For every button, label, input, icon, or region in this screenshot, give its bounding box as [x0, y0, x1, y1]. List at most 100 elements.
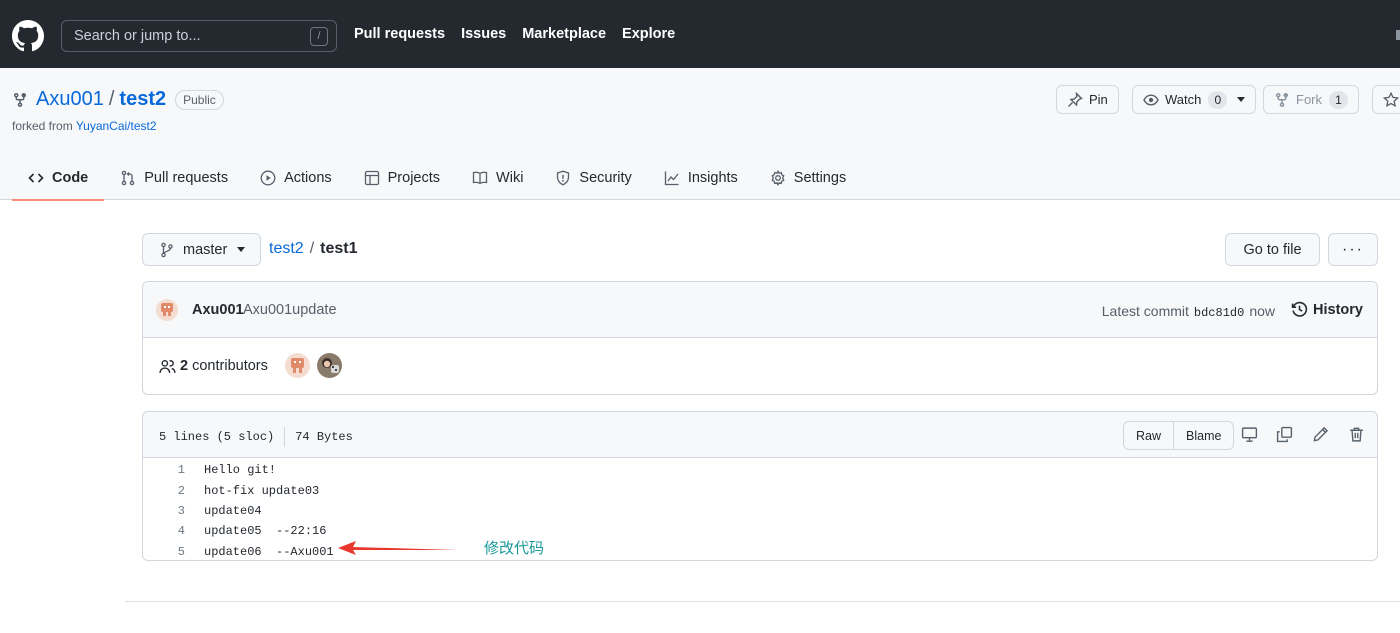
repo-header: Axu001 / test2 Public forked from YuyanC… — [0, 68, 1400, 201]
commit-author[interactable]: Axu001 — [192, 302, 244, 318]
file-lines-info: 5 lines (5 sloc) — [159, 430, 275, 444]
commit-meta: Latest commit bdc81d0 now — [1102, 303, 1275, 320]
watch-button[interactable]: Watch 0 — [1132, 85, 1257, 114]
avatar[interactable] — [285, 353, 310, 378]
annotation-arrow-icon — [336, 538, 460, 558]
footer-divider — [125, 601, 1400, 602]
pin-icon — [1067, 91, 1083, 108]
tab-security[interactable]: Security — [539, 156, 647, 200]
tab-pull-requests-label: Pull requests — [144, 170, 229, 186]
code-line: 3 update04 — [143, 501, 1377, 521]
more-options-button[interactable]: ··· — [1328, 233, 1378, 266]
line-number[interactable]: 1 — [143, 463, 185, 477]
tab-actions-label: Actions — [284, 170, 332, 186]
line-number[interactable]: 3 — [143, 504, 185, 518]
desktop-icon[interactable] — [1241, 426, 1258, 443]
breadcrumb-repo-link[interactable]: test2 — [269, 240, 304, 257]
tab-settings[interactable]: Settings — [754, 156, 862, 200]
history-label: History — [1313, 301, 1363, 318]
commit-sha[interactable]: bdc81d0 — [1194, 306, 1244, 320]
eye-icon — [1143, 92, 1159, 108]
global-header: Search or jump to... / Pull requests Iss… — [0, 0, 1400, 68]
chevron-down-icon — [237, 247, 246, 252]
star-button[interactable] — [1372, 85, 1400, 114]
line-number[interactable]: 2 — [143, 484, 185, 498]
contributors-row: 2 contributors — [143, 338, 1377, 394]
avatar[interactable] — [317, 353, 342, 378]
latest-commit-label: Latest commit — [1101, 303, 1189, 319]
code-line: 4 update05 --22:16 — [143, 521, 1377, 541]
contributors-label: contributors — [192, 358, 268, 374]
forked-source-link[interactable]: YuyanCai/test2 — [76, 119, 157, 133]
graph-icon — [664, 170, 680, 186]
tab-actions[interactable]: Actions — [244, 156, 348, 200]
commit-message[interactable]: Axu001update — [243, 302, 337, 318]
copy-icon[interactable] — [1276, 426, 1293, 443]
breadcrumb-separator: / — [309, 240, 315, 257]
repo-title: Axu001 / test2 Public — [12, 88, 224, 111]
tab-settings-label: Settings — [793, 170, 847, 186]
book-icon — [472, 170, 488, 186]
file-info-divider — [284, 427, 286, 447]
line-number[interactable]: 5 — [143, 545, 185, 559]
code-line: 1 Hello git! — [143, 460, 1377, 480]
line-number[interactable]: 4 — [143, 524, 185, 538]
file-info: 5 lines (5 sloc) 74 Bytes — [159, 427, 353, 447]
repo-owner-link[interactable]: Axu001 — [36, 88, 104, 111]
star-icon — [1383, 91, 1399, 108]
play-icon — [260, 170, 276, 186]
nav-issues[interactable]: Issues — [461, 26, 506, 42]
tab-projects-label: Projects — [387, 170, 441, 186]
go-to-file-button[interactable]: Go to file — [1225, 233, 1320, 266]
shield-icon — [555, 170, 571, 186]
line-content: update05 --22:16 — [204, 524, 327, 539]
repo-tabs: Code Pull requests Actions Projects Wiki — [12, 156, 862, 201]
watch-count: 0 — [1208, 90, 1228, 109]
contributors-count: 2 — [180, 358, 189, 374]
tab-projects[interactable]: Projects — [348, 156, 456, 200]
tab-pull-requests[interactable]: Pull requests — [104, 156, 244, 200]
tab-security-label: Security — [579, 170, 632, 186]
visibility-badge: Public — [175, 89, 224, 110]
git-branch-icon — [159, 242, 175, 258]
tab-insights[interactable]: Insights — [648, 156, 754, 200]
git-pull-request-icon — [120, 170, 136, 186]
tab-insights-label: Insights — [687, 170, 738, 186]
pencil-icon[interactable] — [1312, 426, 1329, 443]
forked-from: forked from YuyanCai/test2 — [12, 119, 157, 133]
history-link[interactable]: History — [1291, 301, 1363, 318]
contributors-link[interactable]: 2 contributors — [180, 358, 268, 374]
github-logo-icon[interactable] — [12, 20, 44, 52]
fork-button[interactable]: Fork 1 — [1263, 85, 1359, 114]
fork-label: Fork — [1296, 92, 1322, 107]
line-content: Hello git! — [204, 463, 277, 478]
code-icon — [28, 170, 44, 186]
code-line: 5 update06 --Axu001 — [143, 542, 1377, 562]
branch-select-button[interactable]: master — [142, 233, 261, 266]
nav-explore[interactable]: Explore — [622, 26, 675, 42]
people-icon — [159, 358, 176, 375]
search-input[interactable]: Search or jump to... / — [61, 20, 337, 52]
gear-icon — [770, 170, 786, 186]
nav-marketplace[interactable]: Marketplace — [522, 26, 606, 42]
watch-label: Watch — [1165, 92, 1202, 107]
commit-box: Axu001 Axu001update Latest commit bdc81d… — [142, 281, 1378, 395]
avatar[interactable] — [156, 299, 178, 321]
pin-label: Pin — [1089, 92, 1108, 107]
code-line: 2 hot-fix update03 — [143, 480, 1377, 500]
file-size: 74 Bytes — [295, 430, 353, 444]
raw-button[interactable]: Raw — [1123, 421, 1175, 450]
trash-icon[interactable] — [1348, 426, 1365, 443]
header-edge-fragment — [1396, 30, 1400, 40]
nav-pull-requests[interactable]: Pull requests — [354, 26, 445, 42]
repo-separator: / — [108, 88, 115, 110]
commit-time: now — [1249, 303, 1275, 319]
fork-icon — [1274, 92, 1290, 108]
blame-button[interactable]: Blame — [1174, 421, 1235, 450]
annotation-note: 修改代码 — [484, 539, 545, 557]
tab-code[interactable]: Code — [12, 156, 105, 201]
pin-button[interactable]: Pin — [1056, 85, 1119, 114]
tab-wiki[interactable]: Wiki — [456, 156, 539, 200]
repo-name-link[interactable]: test2 — [119, 88, 166, 111]
search-placeholder: Search or jump to... — [74, 28, 201, 44]
